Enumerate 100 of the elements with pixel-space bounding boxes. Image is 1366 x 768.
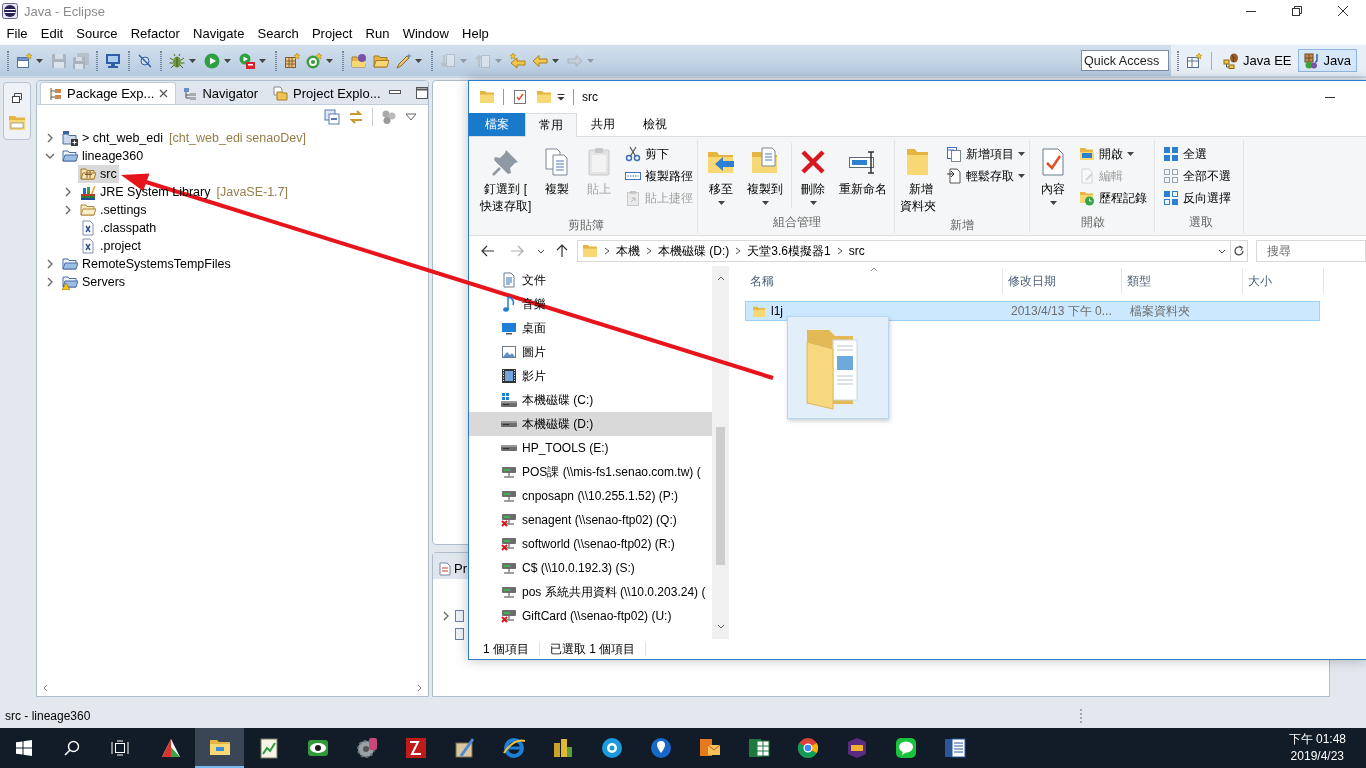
caret-icon[interactable] bbox=[36, 58, 43, 63]
nav-item[interactable]: cnposapn (\\10.255.1.52) (P:) bbox=[469, 484, 712, 508]
nav-item[interactable]: 本機磁碟 (C:) bbox=[469, 388, 712, 412]
tree-item[interactable]: .classpath bbox=[78, 219, 159, 237]
refresh-button[interactable] bbox=[1230, 240, 1248, 262]
breadcrumb[interactable]: 天堂3.6模擬器1 bbox=[747, 242, 831, 260]
bug-icon[interactable] bbox=[169, 52, 185, 69]
ribbon-button[interactable]: 開啟 bbox=[1076, 143, 1150, 165]
chevron-right-icon[interactable] bbox=[63, 187, 73, 197]
breadcrumb[interactable]: 本機磁碟 (D:) bbox=[658, 242, 730, 260]
ribbon-button[interactable]: 複製 bbox=[536, 143, 579, 201]
chevron-down-icon[interactable] bbox=[1217, 248, 1226, 254]
menu-item[interactable]: Run bbox=[359, 25, 397, 41]
restore-icon[interactable] bbox=[11, 92, 23, 104]
class-icon[interactable] bbox=[306, 52, 322, 69]
menu-item[interactable]: Navigate bbox=[186, 25, 251, 41]
caret-icon[interactable] bbox=[326, 58, 333, 63]
address-bar[interactable]: 本機 本機磁碟 (D:) 天堂3.6模擬器1 src bbox=[577, 240, 1231, 262]
chevron-right-icon[interactable] bbox=[45, 277, 55, 287]
ribbon-button[interactable]: 重新命名 bbox=[834, 143, 892, 201]
play-icon[interactable] bbox=[204, 52, 220, 69]
file-row[interactable]: l1j 2013/4/13 下午 0... 檔案資料夾 bbox=[745, 301, 1320, 321]
scrollbar[interactable] bbox=[712, 266, 729, 639]
restore-icon[interactable] bbox=[1292, 6, 1302, 16]
chevron-right-icon[interactable] bbox=[604, 247, 610, 255]
caret-icon[interactable] bbox=[415, 58, 422, 63]
tree-item[interactable]: lineage360 bbox=[60, 147, 146, 165]
circles-icon[interactable] bbox=[381, 109, 397, 125]
chevron-down-icon[interactable] bbox=[537, 248, 545, 254]
nav-item[interactable]: HP_TOOLS (E:) bbox=[469, 436, 712, 460]
nav-item[interactable]: 桌面 bbox=[469, 316, 712, 340]
back-arrow-icon[interactable] bbox=[480, 243, 496, 259]
nav-item[interactable]: GiftCard (\\senao-ftp02) (U:) bbox=[469, 604, 712, 628]
nav-item[interactable]: 文件 bbox=[469, 268, 712, 292]
ribbon-button[interactable]: 刪除 bbox=[791, 143, 834, 208]
tree-item[interactable]: RemoteSystemsTempFiles bbox=[60, 255, 233, 273]
chevron-right-icon[interactable] bbox=[45, 133, 55, 143]
swap-arrows-icon[interactable] bbox=[348, 109, 364, 125]
ribbon-tab[interactable]: 常用 bbox=[525, 113, 577, 137]
perspective-button[interactable]: Java EE bbox=[1217, 49, 1298, 72]
nav-item[interactable]: senagent (\\senao-ftp02) (Q:) bbox=[469, 508, 712, 532]
menu-item[interactable]: Source bbox=[69, 25, 125, 41]
breadcrumb[interactable]: src bbox=[848, 244, 865, 258]
nav-item[interactable]: C$ (\\10.0.192.3) (S:) bbox=[469, 556, 712, 580]
ribbon-button[interactable]: 內容 bbox=[1032, 143, 1074, 208]
start-icon[interactable] bbox=[16, 740, 32, 756]
menu-item[interactable]: Refactor bbox=[124, 25, 187, 41]
play-toolbox-icon[interactable] bbox=[239, 52, 255, 69]
chevron-right-icon[interactable] bbox=[63, 205, 73, 215]
slashed-circle-icon[interactable] bbox=[137, 52, 153, 69]
ribbon-button[interactable]: 新增項目 bbox=[943, 143, 1028, 165]
nav-item[interactable]: softworld (\\senao-ftp02) (R:) bbox=[469, 532, 712, 556]
tree-item[interactable]: .settings bbox=[78, 201, 149, 219]
scroll-right-icon[interactable] bbox=[417, 683, 422, 692]
taskbar-app-button[interactable] bbox=[195, 728, 244, 768]
scroll-down-icon[interactable] bbox=[716, 624, 725, 629]
nav-item[interactable]: 影片 bbox=[469, 364, 712, 388]
column-header[interactable]: 類型 bbox=[1122, 268, 1243, 294]
ribbon-button[interactable]: 歷程記錄 bbox=[1076, 187, 1150, 209]
menu-item[interactable]: Help bbox=[455, 25, 496, 41]
breadcrumb[interactable]: 本機 bbox=[616, 242, 640, 260]
menu-item[interactable]: Project bbox=[305, 25, 359, 41]
maximize-icon[interactable] bbox=[414, 86, 429, 100]
grid-star-icon[interactable] bbox=[284, 52, 300, 69]
column-header[interactable]: 修改日期 bbox=[1003, 268, 1122, 294]
chevron-right-icon[interactable] bbox=[45, 259, 55, 269]
caret-icon[interactable] bbox=[552, 58, 559, 63]
folder-ball-icon[interactable] bbox=[351, 52, 367, 69]
perspective-button[interactable]: Java bbox=[1297, 49, 1357, 72]
search-field[interactable]: 搜尋 bbox=[1256, 240, 1366, 262]
ribbon-tab[interactable]: 共用 bbox=[577, 113, 629, 136]
caret-icon[interactable] bbox=[224, 58, 231, 63]
nav-item[interactable]: 本機磁碟 (D:) bbox=[469, 412, 712, 436]
chevron-right-icon[interactable] bbox=[735, 247, 742, 255]
folder-icon[interactable] bbox=[373, 52, 389, 69]
scroll-left-icon[interactable] bbox=[43, 683, 48, 692]
ribbon-button[interactable]: 輕鬆存取 bbox=[943, 165, 1028, 187]
close-icon[interactable] bbox=[159, 89, 169, 98]
caret-icon[interactable] bbox=[259, 58, 266, 63]
up-arrow-icon[interactable] bbox=[554, 243, 570, 259]
search-icon[interactable] bbox=[64, 740, 80, 756]
ribbon-button[interactable]: 反向選擇 bbox=[1160, 187, 1234, 209]
chevron-down-icon[interactable] bbox=[45, 151, 55, 161]
ribbon-button[interactable]: 複製路徑 bbox=[622, 165, 697, 187]
left-arrow-star-icon[interactable] bbox=[510, 52, 526, 69]
nav-item[interactable]: POS課 (\\mis-fs1.senao.com.tw) ( bbox=[469, 460, 712, 484]
scrollbar-thumb[interactable] bbox=[716, 427, 725, 565]
ribbon-button[interactable]: 剪下 bbox=[622, 143, 697, 165]
ribbon-button[interactable]: 全選 bbox=[1160, 143, 1234, 165]
ribbon-tab[interactable]: 檔案 bbox=[469, 113, 525, 136]
brush-icon[interactable] bbox=[395, 52, 411, 69]
tree-item[interactable]: > cht_web_edi bbox=[60, 129, 165, 147]
menu-item[interactable]: Search bbox=[250, 25, 306, 41]
chevron-right-icon[interactable] bbox=[646, 247, 652, 255]
dropdown-triangle-icon[interactable] bbox=[405, 113, 417, 121]
new-window-icon[interactable] bbox=[16, 52, 32, 69]
ribbon-tab[interactable]: 檢視 bbox=[629, 113, 681, 136]
view-tab[interactable]: Navigator bbox=[176, 83, 266, 104]
monitor-icon[interactable] bbox=[105, 52, 121, 69]
open-perspective-icon[interactable] bbox=[1186, 52, 1203, 69]
